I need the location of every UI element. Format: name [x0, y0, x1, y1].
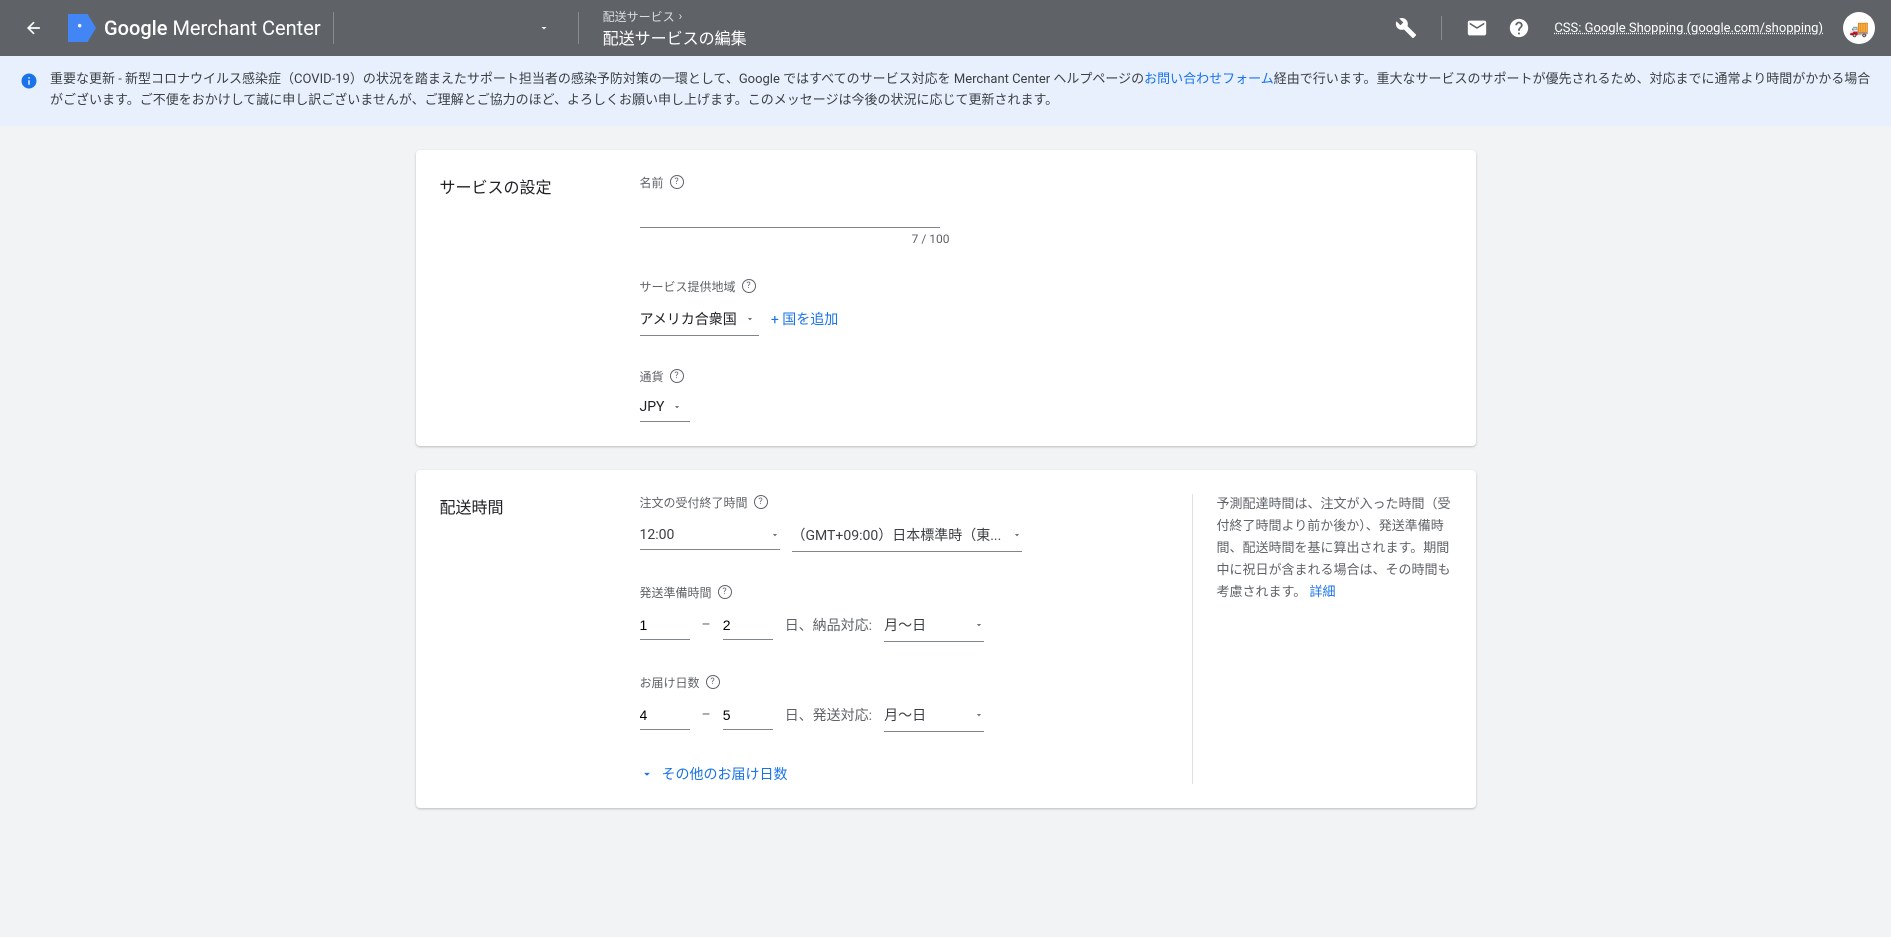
delivery-time-card: 配送時間 注文の受付終了時間 ? 12:00 （GMT+09:00）日本標準時（… — [416, 470, 1476, 808]
account-avatar[interactable]: 🚚 — [1843, 12, 1875, 44]
transit-suffix: 日、発送対応: — [785, 705, 872, 725]
breadcrumb: 配送サービス › 配送サービスの編集 — [591, 4, 1388, 53]
mail-button[interactable] — [1458, 9, 1496, 47]
region-label: サービス提供地域 — [640, 278, 736, 295]
info-icon — [20, 72, 38, 90]
cutoff-label: 注文の受付終了時間 — [640, 494, 748, 511]
help-icon[interactable]: ? — [718, 585, 732, 599]
product-name: Google Merchant Center — [104, 16, 321, 40]
chevron-down-icon — [1012, 530, 1022, 540]
details-link[interactable]: 詳細 — [1309, 585, 1335, 600]
chevron-down-icon — [974, 620, 984, 630]
chevron-down-icon — [640, 767, 654, 781]
handling-suffix: 日、納品対応: — [785, 615, 872, 635]
handling-max-input[interactable] — [723, 611, 773, 640]
chevron-down-icon — [974, 710, 984, 720]
page-title: 配送サービスの編集 — [603, 25, 1376, 49]
currency-label: 通貨 — [640, 368, 664, 385]
back-button[interactable] — [16, 10, 52, 46]
transit-min-input[interactable] — [640, 701, 690, 730]
help-button[interactable] — [1500, 9, 1538, 47]
handling-min-input[interactable] — [640, 611, 690, 640]
product-logo: Google Merchant Center — [68, 14, 321, 42]
add-country-button[interactable]: 国を追加 — [771, 309, 838, 329]
help-icon[interactable]: ? — [742, 279, 756, 293]
help-icon[interactable]: ? — [706, 675, 720, 689]
help-icon[interactable]: ? — [670, 369, 684, 383]
handling-days-select[interactable]: 月〜日 — [884, 609, 984, 642]
account-selector[interactable] — [346, 14, 566, 42]
chevron-down-icon — [672, 402, 682, 412]
delivery-time-help: 予測配達時間は、注文が入った時間（受付終了時間より前か後か）、発送準備時間、配送… — [1192, 494, 1452, 784]
range-dash: – — [702, 707, 711, 723]
help-icon[interactable]: ? — [754, 495, 768, 509]
currency-select[interactable]: JPY — [640, 393, 690, 422]
tools-button[interactable] — [1387, 9, 1425, 47]
merchant-tag-icon — [68, 14, 96, 42]
help-icon[interactable]: ? — [670, 175, 684, 189]
card-title: 配送時間 — [440, 494, 640, 784]
transit-days-select[interactable]: 月〜日 — [884, 699, 984, 732]
chevron-down-icon — [745, 314, 755, 324]
chevron-right-icon: › — [679, 9, 683, 23]
css-shopping-link[interactable]: CSS: Google Shopping (google.com/shoppin… — [1554, 21, 1823, 36]
char-counter: 7 / 100 — [640, 232, 950, 246]
breadcrumb-parent[interactable]: 配送サービス — [603, 8, 675, 25]
handling-label: 発送準備時間 — [640, 584, 712, 601]
chevron-down-icon — [770, 530, 780, 540]
timezone-select[interactable]: （GMT+09:00）日本標準時（東... — [792, 519, 1022, 552]
covid-notice-banner: 重要な更新 - 新型コロナウイルス感染症（COVID-19）の状況を踏まえたサポ… — [0, 56, 1891, 126]
cutoff-time-select[interactable]: 12:00 — [640, 521, 780, 550]
notice-text: 重要な更新 - 新型コロナウイルス感染症（COVID-19）の状況を踏まえたサポ… — [50, 70, 1871, 112]
more-transit-button[interactable]: その他のお届け日数 — [640, 764, 1168, 784]
service-settings-card: サービスの設定 名前 ? 7 / 100 サービス提供地域 ? アメリカ合衆国 — [416, 150, 1476, 446]
service-name-input[interactable] — [640, 199, 940, 228]
card-title: サービスの設定 — [440, 174, 640, 422]
range-dash: – — [702, 617, 711, 633]
transit-max-input[interactable] — [723, 701, 773, 730]
name-label: 名前 — [640, 174, 664, 191]
chevron-down-icon — [530, 14, 558, 42]
contact-form-link[interactable]: お問い合わせフォーム — [1144, 72, 1274, 87]
transit-label: お届け日数 — [640, 674, 700, 691]
country-select[interactable]: アメリカ合衆国 — [640, 303, 759, 336]
app-header: Google Merchant Center 配送サービス › 配送サービスの編… — [0, 0, 1891, 56]
